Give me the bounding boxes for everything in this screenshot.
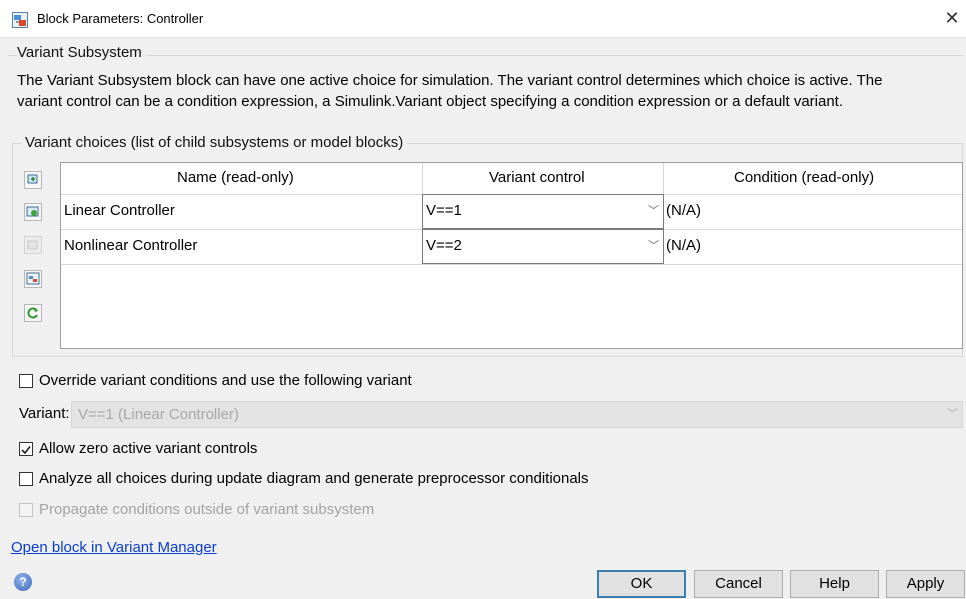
row-1-name[interactable]: Linear Controller (64, 202, 175, 219)
variant-label: Variant: (19, 405, 70, 422)
row-1-condition: (N/A) (666, 202, 701, 219)
group-title: Variant Subsystem (17, 44, 146, 61)
add-choice-button[interactable] (24, 171, 42, 189)
ok-button[interactable]: OK (597, 570, 686, 598)
create-choice-icon (26, 272, 40, 285)
title-bar: Block Parameters: Controller ✕ (0, 0, 966, 38)
group-divider (8, 55, 963, 56)
choices-group-title: Variant choices (list of child subsystem… (21, 134, 408, 151)
variant-select[interactable]: V==1 (Linear Controller) ﹀ (71, 401, 963, 428)
row-1-variant-control[interactable]: V==1 ﹀ (422, 194, 664, 229)
row-2-variant-control-value: V==2 (426, 237, 462, 254)
description: The Variant Subsystem block can have one… (17, 70, 963, 112)
row-2-condition: (N/A) (666, 237, 701, 254)
analyze-all-label[interactable]: Analyze all choices during update diagra… (39, 470, 589, 487)
cancel-button[interactable]: Cancel (694, 570, 783, 598)
refresh-button[interactable] (24, 304, 42, 322)
window-title: Block Parameters: Controller (37, 11, 204, 26)
column-header-condition[interactable]: Condition (read-only) (734, 169, 874, 186)
open-variant-manager-link[interactable]: Open block in Variant Manager (11, 539, 217, 556)
simulink-block-icon (12, 12, 28, 28)
refresh-icon (27, 307, 38, 319)
help-icon[interactable]: ? (14, 573, 32, 591)
add-model-choice-button[interactable] (24, 203, 42, 221)
add-choice-icon (27, 174, 38, 184)
help-button[interactable]: Help (790, 570, 879, 598)
propagate-label: Propagate conditions outside of variant … (39, 501, 375, 518)
override-checkbox[interactable] (19, 374, 33, 388)
checkmark-icon (21, 446, 31, 455)
add-model-choice-icon (26, 206, 39, 217)
column-header-name[interactable]: Name (read-only) (177, 169, 294, 186)
analyze-all-checkbox[interactable] (19, 472, 33, 486)
description-line-2: variant control can be a condition expre… (17, 93, 844, 110)
chevron-down-icon: ﹀ (648, 240, 659, 252)
description-line-1: The Variant Subsystem block can have one… (17, 72, 883, 89)
variant-select-value: V==1 (Linear Controller) (78, 406, 239, 423)
row-2-name[interactable]: Nonlinear Controller (64, 237, 197, 254)
create-choice-button[interactable] (24, 270, 42, 288)
row-1-variant-control-value: V==1 (426, 202, 462, 219)
apply-button[interactable]: Apply (886, 570, 965, 598)
choices-table: Name (read-only) Variant control Conditi… (60, 162, 963, 349)
column-header-variant-control[interactable]: Variant control (489, 169, 585, 186)
override-label[interactable]: Override variant conditions and use the … (39, 372, 412, 389)
delete-choice-button[interactable] (24, 236, 42, 254)
allow-zero-label[interactable]: Allow zero active variant controls (39, 440, 257, 457)
allow-zero-checkbox[interactable] (19, 442, 33, 456)
close-icon: ✕ (944, 8, 960, 28)
row-2-variant-control[interactable]: V==2 ﹀ (422, 229, 664, 264)
chevron-down-icon: ﹀ (648, 205, 659, 217)
propagate-checkbox[interactable] (19, 503, 33, 517)
close-button[interactable]: ✕ (940, 6, 964, 30)
chevron-down-icon: ﹀ (947, 408, 958, 420)
delete-choice-icon (27, 240, 38, 250)
